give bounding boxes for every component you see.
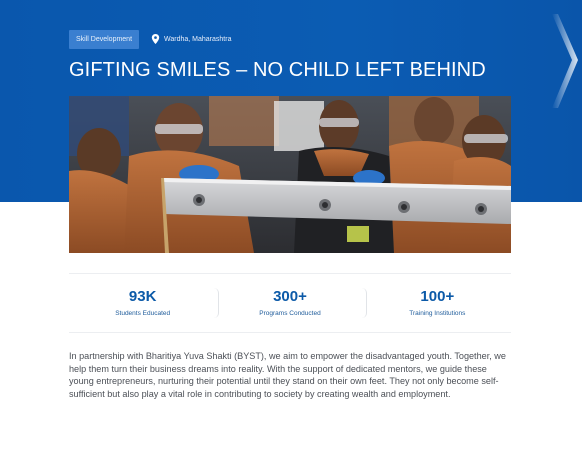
stat-label: Training Institutions	[409, 310, 466, 317]
location-pin-icon	[151, 34, 160, 44]
stat-institutions: 100+ Training Institutions	[364, 274, 511, 332]
stat-value: 100+	[420, 288, 455, 305]
stat-value: 93K	[128, 288, 157, 305]
location-label: Wardha, Maharashtra	[164, 35, 232, 43]
stat-value: 300+	[273, 288, 307, 305]
stats-row: 93K Students Educated 300+ Programs Cond…	[69, 273, 511, 333]
category-tag[interactable]: Skill Development	[69, 29, 140, 49]
stat-students: 93K Students Educated	[69, 274, 216, 332]
location: Wardha, Maharashtra	[151, 34, 231, 44]
stat-programs: 300+ Programs Conducted	[216, 274, 363, 332]
description-paragraph: In partnership with Bharitiya Yuva Shakt…	[69, 351, 506, 399]
page-title: GIFTING SMILES – NO CHILD LEFT BEHIND	[69, 59, 486, 81]
chevron-right-decoration	[552, 14, 578, 108]
meta-row: Skill Development Wardha, Maharashtra	[69, 29, 231, 49]
stat-label: Programs Conducted	[259, 310, 321, 317]
hero-photo	[69, 96, 511, 253]
stat-label: Students Educated	[115, 310, 171, 317]
